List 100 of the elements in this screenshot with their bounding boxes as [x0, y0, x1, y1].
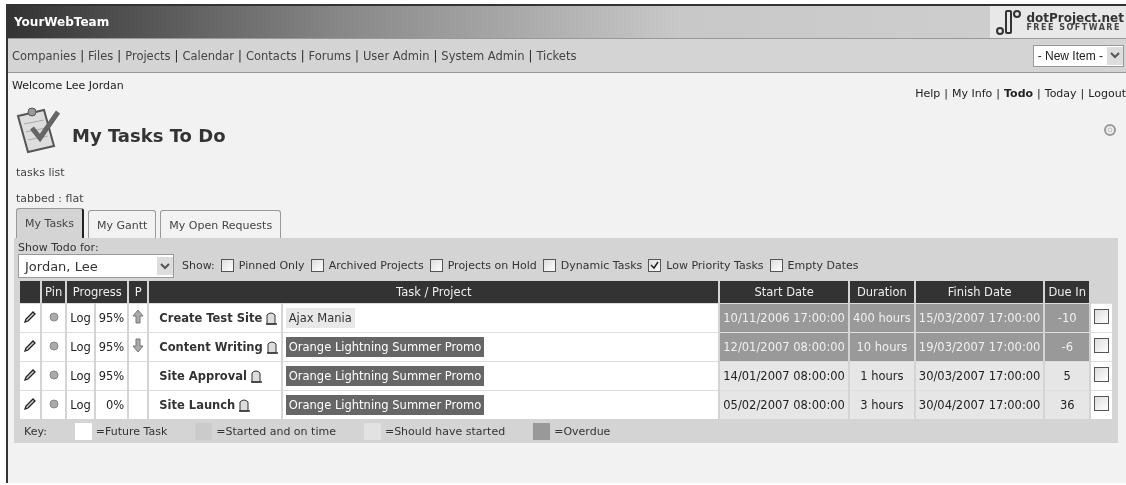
key-text: =Should have started — [384, 424, 506, 438]
checkbox-label: Pinned Only — [238, 259, 305, 272]
tab[interactable]: My Tasks — [16, 208, 84, 238]
nav-link[interactable]: Companies — [12, 48, 77, 63]
user-link[interactable]: Help — [915, 87, 941, 100]
checkbox-label: Low Priority Tasks — [666, 259, 764, 272]
nav-link[interactable]: Tickets — [536, 48, 577, 63]
checkbox[interactable] — [429, 259, 443, 272]
progress-cell: 95% — [95, 303, 128, 332]
checkbox-label: Projects on Hold — [447, 259, 537, 272]
pin-dot-icon[interactable] — [48, 312, 59, 322]
key-text: =Overdue — [554, 424, 611, 438]
progress-cell: 0% — [95, 390, 128, 419]
progress-cell: 95% — [95, 332, 128, 361]
separator: | — [995, 87, 1002, 100]
log-link[interactable]: Log — [67, 361, 94, 390]
nav-link[interactable]: System Admin — [441, 48, 525, 63]
table-cell: 5 — [1045, 361, 1089, 390]
table-cell: 10 hours — [849, 332, 914, 361]
log-link[interactable]: Log — [67, 303, 94, 332]
pencil-icon[interactable] — [23, 338, 37, 353]
column-header: Finish Date — [915, 281, 1044, 303]
user-dropdown[interactable]: Jordan, Lee — [18, 254, 174, 278]
table-cell: 30/04/2007 17:00:00 — [915, 390, 1044, 419]
user-link[interactable]: Today — [1044, 87, 1077, 100]
log-link[interactable]: Log — [67, 390, 94, 419]
column-header: Due In — [1045, 281, 1089, 303]
table-cell: 14/01/2007 08:00:00 — [720, 361, 848, 390]
nav-link[interactable]: Calendar — [182, 48, 235, 63]
table-cell: 30/03/2007 17:00:00 — [915, 361, 1044, 390]
nav-link[interactable]: Projects — [125, 48, 171, 63]
checkbox-label: Empty Dates — [787, 259, 859, 272]
key-text: =Started and on time — [216, 424, 336, 438]
checkbox-label: Archived Projects — [328, 259, 424, 272]
separator: | — [354, 48, 360, 63]
separator: | — [943, 87, 949, 100]
chevron-icon — [160, 262, 170, 270]
table-cell: 12/01/2007 08:00:00 — [720, 332, 848, 361]
separator: | — [432, 48, 439, 63]
separator: | — [116, 48, 123, 63]
table-cell: 1 hours — [849, 361, 914, 390]
nav-link[interactable]: Files — [88, 48, 114, 63]
new-item-dropdown[interactable]: - New Item - — [1032, 44, 1124, 67]
log-link[interactable]: Log — [67, 332, 94, 361]
separator: | — [79, 48, 86, 63]
tab[interactable]: My Gantt — [87, 210, 157, 238]
key-label: Key: — [24, 424, 47, 438]
column-header: Start Date — [720, 281, 848, 303]
checkbox[interactable] — [310, 259, 324, 272]
chevron-icon — [1110, 52, 1120, 59]
team-name: YourWebTeam — [13, 14, 111, 31]
separator: | — [1036, 87, 1042, 100]
note-text: tasks list — [15, 165, 66, 180]
project-label[interactable]: Orange Lightning Summer Promo — [285, 366, 485, 386]
project-label[interactable]: Orange Lightning Summer Promo — [285, 395, 485, 415]
table-cell: -10 — [1045, 303, 1089, 332]
separator: | — [173, 48, 180, 63]
table-cell: 3 hours — [849, 390, 914, 419]
checkbox[interactable] — [1094, 396, 1109, 411]
nav-link[interactable]: Forums — [308, 48, 352, 63]
column-header: Task / Project — [149, 281, 719, 303]
pencil-icon[interactable] — [23, 309, 37, 324]
pencil-icon[interactable] — [23, 396, 37, 411]
logo-name: dotProject.net — [1026, 11, 1124, 25]
checkbox[interactable] — [1094, 367, 1109, 382]
logo-tagline: FREE SOFTWARE — [1026, 24, 1121, 33]
checkbox[interactable] — [1094, 338, 1109, 353]
separator: | — [527, 48, 534, 63]
user-link[interactable]: Logout — [1088, 87, 1126, 100]
pencil-icon[interactable] — [23, 367, 37, 382]
column-header: P — [129, 281, 148, 303]
pin-dot-icon[interactable] — [48, 341, 59, 351]
pin-dot-icon[interactable] — [48, 399, 59, 409]
column-header: Duration — [849, 281, 914, 303]
user-link[interactable]: Todo — [1004, 87, 1034, 100]
lifebuoy-icon[interactable] — [1104, 124, 1116, 136]
checkbox[interactable] — [542, 259, 556, 272]
project-label[interactable]: Ajax Mania — [285, 308, 355, 328]
checkbox[interactable] — [769, 259, 783, 272]
pin-dot-icon[interactable] — [48, 370, 59, 380]
key-text: =Future Task — [95, 424, 168, 438]
progress-cell: 95% — [95, 361, 128, 390]
table-cell: 15/03/2007 17:00:00 — [915, 303, 1044, 332]
project-label[interactable]: Orange Lightning Summer Promo — [285, 337, 485, 357]
column-header: Pin — [42, 281, 66, 303]
nav-link[interactable]: Contacts — [246, 48, 297, 63]
page-title: My Tasks To Do — [72, 124, 226, 146]
checkbox[interactable] — [648, 259, 662, 272]
table-cell: 19/03/2007 17:00:00 — [915, 332, 1044, 361]
checkbox[interactable] — [220, 259, 234, 272]
tab[interactable]: My Open Requests — [160, 210, 282, 238]
nav-link[interactable]: User Admin — [362, 48, 430, 63]
table-cell: 400 hours — [849, 303, 914, 332]
separator: | — [1079, 87, 1086, 100]
table-cell: 10/11/2006 17:00:00 — [720, 303, 848, 332]
user-link[interactable]: My Info — [952, 87, 993, 100]
table-cell: 36 — [1045, 390, 1089, 419]
checkbox[interactable] — [1094, 309, 1109, 324]
filter-label: Show Todo for: — [18, 241, 100, 254]
note-text: tabbed : flat — [15, 191, 85, 206]
